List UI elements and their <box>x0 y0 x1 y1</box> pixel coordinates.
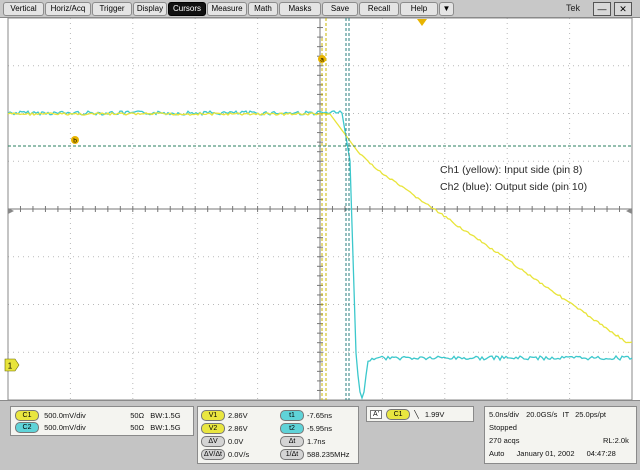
menu-vertical[interactable]: Vertical <box>3 2 44 16</box>
menu-dropdown-icon[interactable]: ▼ <box>439 2 454 16</box>
ch1-ground-label: 1 <box>8 362 13 371</box>
ch1-scale: 500.0mV/div <box>44 411 86 420</box>
ch2-scale: 500.0mV/div <box>44 423 86 432</box>
sample-rate: 20.0GS/s <box>526 410 558 419</box>
v1-badge: V1 <box>201 410 225 421</box>
t2-value: -5.95ns <box>307 424 333 433</box>
menu-masks[interactable]: Masks <box>279 2 321 16</box>
menu-trigger[interactable]: Trigger <box>92 2 132 16</box>
annotation-ch2: Ch2 (blue): Output side (pin 10) <box>440 181 588 193</box>
trigger-slope-icon: ╲ <box>414 410 419 419</box>
graticule: 1 a b <box>4 18 633 400</box>
v2-badge: V2 <box>201 423 225 434</box>
minimize-icon[interactable]: — <box>593 2 611 16</box>
acquisition-readout-panel[interactable]: 5.0ns/div 20.0GS/s IT 25.0ps/pt Stopped … <box>484 406 637 464</box>
delta-t-value: 1.7ns <box>307 437 326 446</box>
waveform-display[interactable]: 1 a b Ch1 (yellow): Input side (pin 8) C… <box>0 18 640 400</box>
timebase: 5.0ns/div <box>489 410 520 419</box>
ch2-badge[interactable]: C2 <box>15 422 39 433</box>
cursor-readout-panel[interactable]: V1 2.86V V2 2.86V ΔV 0.0V ΔV/Δt 0.0V/s t1 -7.… <box>197 406 359 464</box>
ch1-bandwidth: :1.5G <box>162 411 181 420</box>
readout-bar: C1 500.0mV/div 50Ω BW:1.5G C2 500.0mV/di… <box>0 400 640 470</box>
trigger-mode: Auto <box>489 449 505 458</box>
ch2-impedance: 50Ω <box>130 423 145 432</box>
delta-v-badge: ΔV <box>201 436 225 447</box>
t1-value: -7.65ns <box>307 411 333 420</box>
menu-cursors[interactable]: Cursors <box>168 2 206 16</box>
t1-badge: t1 <box>280 410 304 421</box>
menu-help[interactable]: Help <box>400 2 438 16</box>
delta-v-value: 0.0V <box>228 437 244 446</box>
channel-readout-panel[interactable]: C1 500.0mV/div 50Ω BW:1.5G C2 500.0mV/di… <box>10 406 194 436</box>
trigger-a-label: A' <box>370 410 383 419</box>
cursor-a-label: a <box>320 57 324 64</box>
trigger-source-badge: C1 <box>386 409 411 420</box>
ch1-impedance: 50Ω <box>130 411 145 420</box>
menu-horiz-acq[interactable]: Horiz/Acq <box>45 2 91 16</box>
menu-save[interactable]: Save <box>322 2 358 16</box>
menu-display[interactable]: Display <box>133 2 167 16</box>
ch1-badge[interactable]: C1 <box>15 410 39 421</box>
annotation-ch1: Ch1 (yellow): Input side (pin 8) <box>440 164 583 176</box>
ch1-bw-label: BW <box>150 411 163 420</box>
menu-bar: Vertical Horiz/Acq Trigger Display Curso… <box>0 0 640 18</box>
menu-math[interactable]: Math <box>248 2 278 16</box>
acq-mode: IT <box>562 410 570 419</box>
run-state: Stopped <box>489 423 517 432</box>
tek-logo: Tek <box>566 3 581 13</box>
trigger-position-icon <box>417 19 427 26</box>
trigger-level: 1.99V <box>424 410 445 419</box>
close-icon[interactable]: ✕ <box>614 2 632 16</box>
ch2-bw-label: BW <box>150 423 163 432</box>
menu-recall[interactable]: Recall <box>359 2 399 16</box>
record-length: RL:2.0k <box>603 436 629 445</box>
v2-value: 2.86V <box>228 424 248 433</box>
v1-value: 2.86V <box>228 411 248 420</box>
t2-badge: t2 <box>280 423 304 434</box>
menu-measure[interactable]: Measure <box>207 2 247 16</box>
date: January 01, 2002 <box>516 449 575 458</box>
inv-delta-t-badge: 1/Δt <box>280 449 304 460</box>
trigger-readout-panel[interactable]: A' C1 ╲ 1.99V <box>366 406 474 422</box>
dv-dt-badge: ΔV/Δt <box>201 449 225 460</box>
ch2-bandwidth: :1.5G <box>162 423 181 432</box>
time: 04:47:28 <box>586 449 616 458</box>
dv-dt-value: 0.0V/s <box>228 450 250 459</box>
delta-t-badge: Δt <box>280 436 304 447</box>
resolution: 25.0ps/pt <box>575 410 606 419</box>
acquisition-count: 270 acqs <box>489 436 520 445</box>
inv-delta-t-value: 588.235MHz <box>307 450 350 459</box>
cursor-b-label: b <box>73 138 77 145</box>
